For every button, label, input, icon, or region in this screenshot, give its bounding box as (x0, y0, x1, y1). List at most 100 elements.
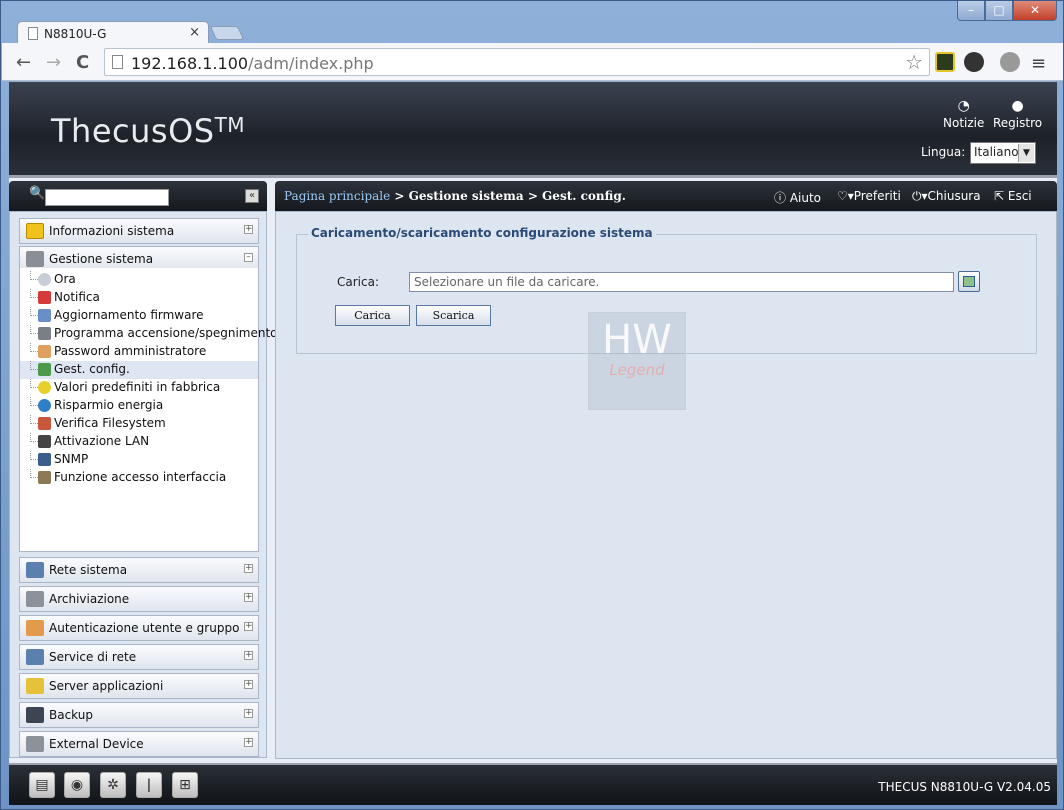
bookmark-star-icon[interactable]: ☆ (905, 50, 923, 74)
section-external-device[interactable]: External Device + (19, 731, 259, 757)
back-icon[interactable]: ← (16, 52, 31, 73)
network-topology-icon[interactable]: ⊞ (172, 772, 198, 798)
tree-item-verifica-filesystem[interactable]: Verifica Filesystem (20, 415, 258, 433)
upload-button[interactable]: Carica (335, 305, 410, 326)
fieldset-legend: Caricamento/scaricamento configurazione … (308, 226, 656, 240)
tree-item-label: Funzione accesso interfaccia (54, 470, 227, 484)
help-button[interactable]: ⓘ Aiuto (774, 189, 821, 206)
tree-item-notifica[interactable]: Notifica (20, 289, 258, 307)
expand-icon: + (244, 650, 253, 660)
section-archiviazione[interactable]: Archiviazione + (19, 586, 259, 612)
section-server-applicazioni[interactable]: Server applicazioni + (19, 673, 259, 699)
shutdown-button[interactable]: ⏻▾Chiusura (912, 189, 981, 204)
section-informazioni-sistema[interactable]: Informazioni sistema + (19, 218, 259, 244)
tree-item-aggiornamento-firmware[interactable]: Aggiornamento firmware (20, 307, 258, 325)
sidebar: Informazioni sistema + Gestione sistema … (9, 211, 278, 758)
reload-icon[interactable]: C (76, 52, 89, 73)
url-text: 192.168.1.100/adm/index.php (131, 54, 374, 73)
browse-file-button[interactable] (958, 271, 980, 292)
browse-icon (963, 276, 975, 287)
collapse-sidebar-button[interactable]: « (245, 189, 259, 203)
breadcrumb-path: > Gestione sistema > Gest. config. (390, 189, 626, 203)
power-icon: ⏻▾ (912, 189, 928, 203)
tree-item-label: Programma accensione/spegnimento (54, 326, 278, 340)
clock-icon (38, 273, 51, 286)
browser-toolbar: ← → C 192.168.1.100/adm/index.php ☆ ≡ (2, 43, 1063, 81)
new-tab-button[interactable] (209, 26, 245, 40)
tree-item-password-amministratore[interactable]: Password amministratore (20, 343, 258, 361)
tree-item-programma-accensione[interactable]: Programma accensione/spegnimento (20, 325, 278, 343)
thermometer-icon[interactable]: ǀ (136, 772, 162, 798)
news-label: Notizie (943, 116, 985, 130)
language-value: Italiano (974, 145, 1019, 159)
thecus-app: ThecusOSTM ◔ Notizie ● Registro Lingua: … (9, 82, 1057, 805)
collapse-icon: – (244, 253, 253, 262)
watermark-text: Legend (609, 361, 665, 379)
disk-icon[interactable]: ◉ (64, 772, 90, 798)
address-bar[interactable]: 192.168.1.100/adm/index.php ☆ (104, 48, 930, 76)
tree-item-attivazione-lan[interactable]: Attivazione LAN (20, 433, 258, 451)
maximize-button[interactable]: □ (985, 1, 1013, 21)
log-label: Registro (993, 116, 1043, 130)
tree-item-gest-config[interactable]: Gest. config. (20, 361, 258, 379)
section-service-di-rete[interactable]: Service di rete + (19, 644, 259, 670)
section-autenticazione[interactable]: Autenticazione utente e gruppo + (19, 615, 259, 641)
backup-icon (26, 707, 44, 723)
watermark-mark: HW (602, 317, 672, 363)
forward-icon[interactable]: → (46, 52, 61, 73)
extension-icon-2[interactable] (964, 52, 984, 72)
tree-item-snmp[interactable]: SNMP (20, 451, 258, 469)
menu-icon[interactable]: ≡ (1031, 53, 1051, 74)
tree-line (30, 451, 38, 460)
shutdown-label: Chiusura (927, 189, 981, 203)
tree-item-ora[interactable]: Ora (20, 271, 258, 289)
section-rete-sistema[interactable]: Rete sistema + (19, 557, 259, 583)
section-backup[interactable]: Backup + (19, 702, 259, 728)
speech-bubble-icon: ● (1011, 98, 1024, 114)
tree-item-label: Ora (54, 272, 76, 286)
extension-icon-3[interactable] (1000, 52, 1020, 72)
server-status-icon[interactable]: ▤ (29, 772, 55, 798)
browser-tab[interactable]: N8810U-G × (17, 21, 209, 45)
tree-item-label: Notifica (54, 290, 100, 304)
language-select[interactable]: Italiano ▼ (970, 142, 1036, 164)
main-content: Caricamento/scaricamento configurazione … (275, 211, 1057, 759)
close-window-button[interactable]: ✕ (1013, 1, 1057, 21)
tree-line (30, 361, 38, 370)
breadcrumb-home-link[interactable]: Pagina principale (284, 189, 390, 203)
tree-item-risparmio-energia[interactable]: Risparmio energia (20, 397, 258, 415)
tools-icon (26, 251, 44, 267)
network-icon (26, 562, 44, 578)
watermark-logo: HW Legend (588, 312, 686, 410)
minimize-button[interactable]: – (957, 1, 985, 21)
section-label: Informazioni sistema (49, 224, 175, 238)
file-upload-input[interactable]: Selezionare un file da caricare. (409, 272, 954, 292)
section-label: External Device (49, 737, 144, 751)
news-button[interactable]: ◔ Notizie (943, 98, 984, 130)
close-tab-icon[interactable]: × (189, 25, 200, 40)
upload-field-label: Carica: (337, 275, 379, 289)
tree-item-valori-predefiniti[interactable]: Valori predefiniti in fabbrica (20, 379, 258, 397)
folder-icon (26, 678, 44, 694)
interface-access-icon (38, 471, 51, 484)
expand-icon: + (244, 708, 253, 718)
firmware-icon (38, 309, 51, 322)
favorites-button[interactable]: ♡▾Preferiti (837, 189, 901, 203)
download-button[interactable]: Scarica (416, 305, 491, 326)
tree-line (30, 415, 38, 424)
network-tree-icon (38, 453, 51, 466)
tree-line (30, 289, 38, 298)
browser-window: N8810U-G × – □ ✕ ← → C 192.168.1.100/adm… (0, 0, 1064, 810)
network-service-icon (26, 649, 44, 665)
fan-icon[interactable]: ✲ (100, 772, 126, 798)
menu-search-input[interactable] (45, 189, 169, 206)
log-button[interactable]: ● Registro (993, 98, 1042, 130)
expand-icon: + (244, 224, 253, 234)
tree-item-label: Attivazione LAN (54, 434, 150, 448)
logout-button[interactable]: ⇱ Esci (994, 189, 1032, 203)
tree-item-funzione-accesso-interfaccia[interactable]: Funzione accesso interfaccia (20, 469, 258, 487)
schedule-icon (38, 327, 51, 340)
tree-line (30, 379, 38, 388)
extension-icon-1[interactable] (935, 52, 955, 72)
language-label: Lingua: (921, 145, 966, 159)
